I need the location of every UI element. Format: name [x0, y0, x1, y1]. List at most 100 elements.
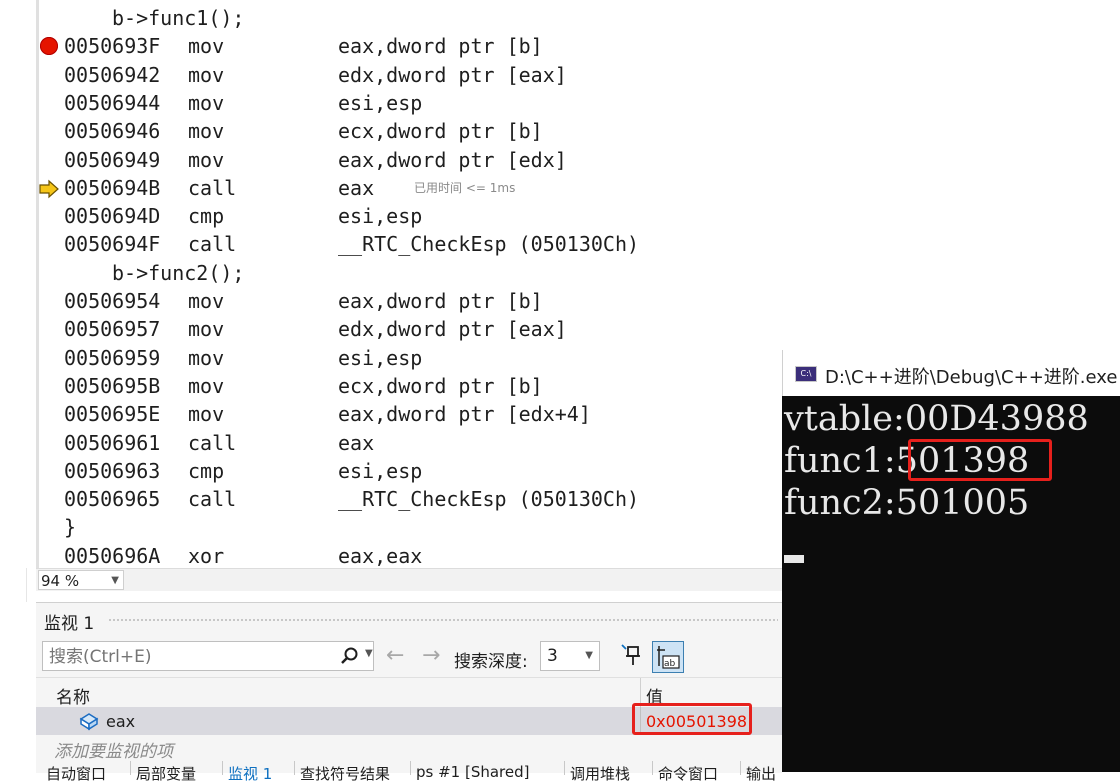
console-label: vtable:	[784, 399, 905, 439]
watch-panel-title: 监视 1	[44, 614, 95, 634]
asm-line[interactable]: 0050694B call eax 已用时间 <= 1ms	[0, 174, 782, 202]
asm-line[interactable]: 00506954 mov eax,dword ptr [b]	[0, 287, 782, 315]
asm-address: 00506944	[64, 90, 161, 115]
console-title: D:\C++进阶\Debug\C++进阶.exe	[825, 367, 1118, 388]
asm-line[interactable]: 0050693F mov eax,dword ptr [b]	[0, 32, 782, 60]
asm-address: 0050696A	[64, 543, 161, 568]
bottom-tab[interactable]: 命令窗口	[658, 763, 718, 784]
variable-icon	[78, 711, 100, 735]
asm-address: 00506957	[64, 317, 161, 342]
console-app-icon: C:\	[795, 366, 817, 382]
asm-operands: eax,dword ptr [edx+4]	[338, 402, 591, 427]
breakpoint-icon[interactable]	[40, 37, 58, 56]
asm-line[interactable]: 00506944 mov esi,esp	[0, 89, 782, 117]
asm-line[interactable]: 0050695E mov eax,dword ptr [edx+4]	[0, 400, 782, 428]
console-title-bar[interactable]: C:\ D:\C++进阶\Debug\C++进阶.exe	[782, 350, 1120, 396]
func1-highlight-box	[908, 439, 1052, 481]
asm-line[interactable]: 00506949 mov eax,dword ptr [edx]	[0, 146, 782, 174]
search-icon[interactable]	[339, 646, 359, 670]
console-window: C:\ D:\C++进阶\Debug\C++进阶.exe vtable:00D4…	[782, 350, 1120, 772]
asm-operands: eax	[338, 430, 375, 455]
asm-line[interactable]: 00506963 cmp esi,esp	[0, 457, 782, 485]
console-value: 501005	[895, 483, 1030, 523]
asm-opcode: mov	[188, 90, 225, 115]
asm-line[interactable]: 0050694D cmp esi,esp	[0, 202, 782, 230]
asm-line[interactable]: 0050695B mov ecx,dword ptr [b]	[0, 372, 782, 400]
asm-opcode: mov	[188, 317, 225, 342]
bottom-tab[interactable]: ps #1 [Shared]	[416, 763, 530, 781]
asm-operands: esi,esp	[338, 204, 423, 229]
asm-opcode: xor	[188, 543, 225, 568]
asm-opcode: call	[188, 430, 237, 455]
asm-address: 00506963	[64, 458, 161, 483]
asm-opcode: cmp	[188, 458, 225, 483]
asm-address: 0050694D	[64, 204, 161, 229]
asm-operands: eax,dword ptr [b]	[338, 34, 543, 59]
console-label: func1:	[784, 441, 896, 481]
asm-line[interactable]: 00506946 mov ecx,dword ptr [b]	[0, 117, 782, 145]
search-depth-select[interactable]: 3 ▼	[540, 641, 600, 671]
source-text: }	[64, 515, 77, 540]
bottom-tab[interactable]: 自动窗口	[46, 763, 106, 784]
bottom-tab[interactable]: 查找符号结果	[300, 763, 390, 784]
asm-operands: ecx,dword ptr [b]	[338, 119, 543, 144]
pin-icon[interactable]	[620, 643, 644, 673]
asm-address: 0050695B	[64, 373, 161, 398]
asm-line[interactable]: 0050694F call __RTC_CheckEsp (050130Ch)	[0, 230, 782, 258]
hex-display-toggle[interactable]: ab	[652, 641, 684, 673]
back-arrow-icon[interactable]: ←	[386, 643, 404, 668]
asm-address: 0050693F	[64, 34, 161, 59]
asm-line[interactable]: 0050696A xor eax,eax	[0, 542, 782, 568]
chevron-down-icon[interactable]: ▼	[365, 648, 373, 659]
source-line[interactable]: b->func2();	[0, 259, 782, 287]
asm-operands: eax,dword ptr [b]	[338, 289, 543, 313]
search-input[interactable]	[47, 642, 331, 672]
asm-line[interactable]: 00506957 mov edx,dword ptr [eax]	[0, 315, 782, 343]
asm-opcode: mov	[188, 34, 225, 59]
asm-address: 0050694B	[64, 175, 161, 200]
asm-operands: esi,esp	[338, 458, 423, 483]
console-value: 00D43988	[904, 399, 1089, 439]
source-line[interactable]: b->func1();	[0, 4, 782, 32]
asm-opcode: mov	[188, 373, 225, 398]
source-line[interactable]: }	[0, 513, 782, 541]
console-line: vtable:00D43988	[784, 398, 1089, 440]
asm-line[interactable]: 00506959 mov esi,esp	[0, 344, 782, 372]
asm-line[interactable]: 00506965 call __RTC_CheckEsp (050130Ch)	[0, 485, 782, 513]
asm-line[interactable]: 00506961 call eax	[0, 429, 782, 457]
asm-address: 00506949	[64, 147, 161, 172]
asm-address: 00506965	[64, 487, 161, 512]
bottom-tab[interactable]: 监视 1	[228, 763, 272, 784]
svg-text:ab: ab	[664, 659, 676, 669]
asm-opcode: cmp	[188, 204, 225, 229]
console-cursor	[784, 555, 804, 563]
zoom-select[interactable]: 94 % ▼	[38, 570, 124, 590]
elapsed-time-note: 已用时间 <= 1ms	[414, 180, 516, 195]
console-line: func2:501005	[784, 482, 1029, 524]
tab-separator	[740, 761, 741, 775]
source-text: b->func1();	[112, 6, 245, 30]
bottom-tab[interactable]: 调用堆栈	[570, 763, 630, 784]
tab-separator	[294, 761, 295, 775]
watch-row-name: eax	[106, 712, 136, 731]
panel-grip[interactable]	[108, 618, 778, 622]
forward-arrow-icon[interactable]: →	[422, 643, 440, 668]
bottom-tab[interactable]: 输出	[746, 763, 776, 784]
search-depth-label: 搜索深度:	[454, 652, 528, 672]
bottom-tab[interactable]: 局部变量	[136, 763, 196, 784]
asm-operands: eax,eax	[338, 543, 423, 568]
asm-address: 0050694F	[64, 232, 161, 257]
add-watch-item[interactable]: 添加要监视的项	[54, 737, 173, 762]
bottom-tab-strip: 自动窗口 局部变量 监视 1 查找符号结果 ps #1 [Shared] 调用堆栈 命令窗口…	[36, 761, 782, 783]
source-text: b->func2();	[112, 260, 245, 285]
asm-operands: __RTC_CheckEsp (050130Ch)	[338, 232, 640, 257]
asm-operands: ecx,dword ptr [b]	[338, 373, 543, 398]
asm-opcode: mov	[188, 62, 225, 87]
asm-line[interactable]: 00506942 mov edx,dword ptr [eax]	[0, 61, 782, 89]
chevron-down-icon: ▼	[585, 650, 593, 661]
asm-operands: edx,dword ptr [eax]	[338, 62, 567, 87]
column-header-name[interactable]: 名称	[56, 683, 90, 708]
zoom-value: 94 %	[41, 572, 80, 590]
watch-search-box[interactable]: ▼	[42, 641, 374, 672]
asm-operands: esi,esp	[338, 90, 423, 115]
